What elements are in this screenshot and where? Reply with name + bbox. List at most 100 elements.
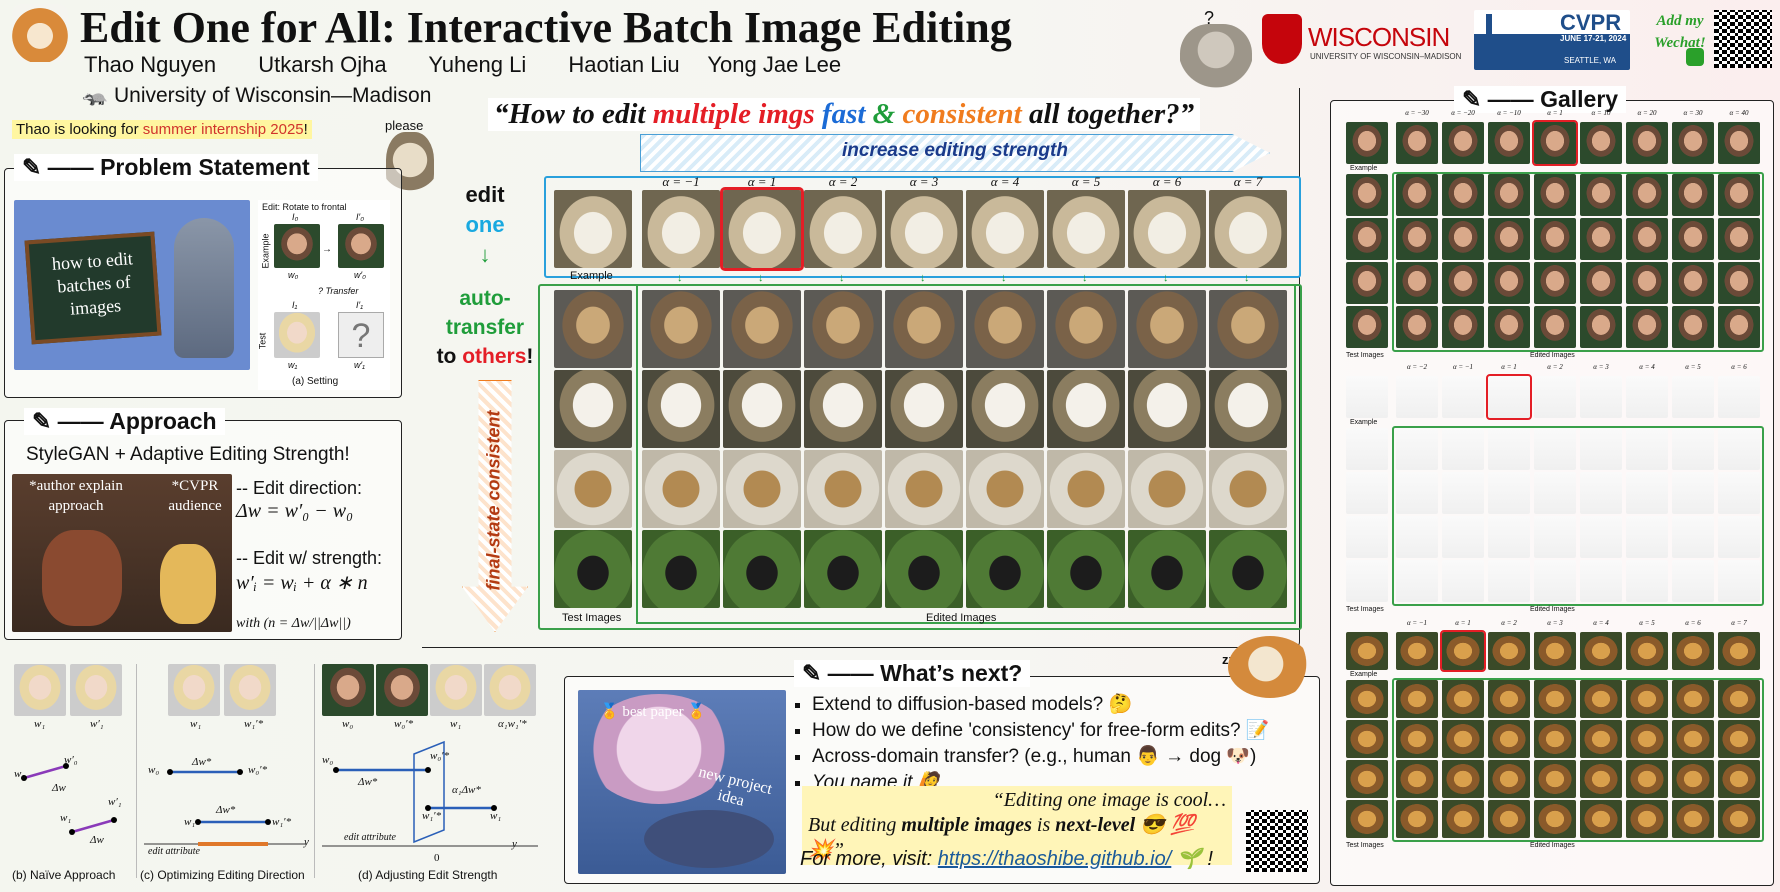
test-photo (1346, 262, 1388, 304)
edited-photo (804, 370, 882, 448)
edited-images-label: Edited Images (926, 612, 997, 624)
strength-arrow-label: increase editing strength (842, 140, 1068, 161)
arrow-down-icon: ↓ (677, 272, 683, 284)
alpha-label: α = 6 (1152, 174, 1182, 189)
test-photo (554, 290, 632, 368)
naive-caption: (b) Naïve Approach (12, 868, 116, 882)
test-photo (274, 312, 320, 358)
test-photo (1346, 306, 1388, 348)
edited-photo (1672, 306, 1714, 348)
cat-sitting-icon (1180, 24, 1252, 98)
author[interactable]: Thao Nguyen (84, 52, 216, 77)
internship-highlight: summer internship 2025 (142, 121, 304, 138)
author[interactable]: Utkarsh Ojha (258, 52, 386, 77)
edited-example-photo (1718, 376, 1760, 418)
edited-photo (1718, 218, 1760, 260)
edited-photo (1672, 428, 1714, 470)
edit-label: Edit: Rotate to frontal (262, 202, 347, 212)
edited-photo (1580, 262, 1622, 304)
edited-photo (1626, 720, 1668, 758)
face-photo (430, 664, 482, 716)
optimizing-direction-figure: w₁ w₁′* w₀ w₀′* Δw* Δw* w₁ w₁′* edit att… (140, 664, 310, 884)
arrow-down-icon: ↓ (839, 272, 845, 284)
edited-photo (885, 530, 963, 608)
alpha-label: α = 1 (1501, 363, 1517, 371)
alpha-label: α = −10 (1497, 109, 1521, 117)
author[interactable]: Yuheng Li (428, 52, 526, 77)
example-photo (1346, 376, 1388, 418)
author[interactable]: Yong Jae Lee (707, 52, 841, 77)
edited-photo (1209, 290, 1287, 368)
edited-photo (1718, 472, 1760, 514)
edited-images-label: Edited Images (1530, 606, 1575, 613)
i1p-label: I′₁ (356, 300, 364, 310)
edited-example-photo (1626, 632, 1668, 670)
author-list: Thao Nguyen Utkarsh Ojha Yuheng Li Haoti… (84, 52, 841, 78)
edited-photo (1626, 760, 1668, 798)
edited-photo (1442, 800, 1484, 838)
edited-example-photo (1626, 376, 1668, 418)
edited-photo (1534, 472, 1576, 514)
wechat-qr-code[interactable] (1714, 10, 1772, 68)
edited-photo (1626, 262, 1668, 304)
alpha-label: α = 7 (1731, 619, 1747, 627)
edited-photo (1442, 720, 1484, 758)
test-photo (1346, 760, 1388, 798)
edited-photo (642, 290, 720, 368)
auto-transfer-label: auto- transfer to others! (436, 287, 534, 368)
website-qr-code[interactable] (1246, 810, 1308, 872)
edited-photo (1396, 720, 1438, 758)
edited-photo (1488, 560, 1530, 602)
delta-star-label: Δw* (216, 804, 236, 816)
w1-label: w₁ (288, 360, 298, 370)
wechat-label: Add my Wechat! (1654, 13, 1706, 51)
edited-example-photo (804, 190, 882, 268)
i0-label: I₀ (292, 212, 299, 222)
edited-photo (804, 530, 882, 608)
edited-example-photo (1488, 122, 1530, 164)
edited-photo (1626, 516, 1668, 558)
arrow-down-icon: ↓ (1244, 272, 1250, 284)
edited-photo (966, 290, 1044, 368)
edited-photo (1672, 472, 1714, 514)
edit-direction-equation: Δw = w′₀ − w₀ (236, 500, 354, 522)
edited-example-photo (1488, 632, 1530, 670)
edited-photo (1488, 218, 1530, 260)
wisconsin-wordmark: WISCONSIN (1308, 22, 1450, 52)
edited-example-photo (885, 190, 963, 268)
alpha-label: α = 4 (1639, 363, 1655, 371)
wisconsin-crest-icon (1262, 14, 1302, 64)
edited-example-photo (642, 190, 720, 268)
edited-photo (1672, 262, 1714, 304)
face-photo (376, 664, 428, 716)
alpha-label: α = 30 (1683, 109, 1703, 117)
edited-photo (1396, 428, 1438, 470)
w0p-label: w′₀ (354, 270, 366, 280)
edited-example-photo (1047, 190, 1125, 268)
test-images-label: Test Images (562, 612, 622, 624)
edited-photo (1396, 760, 1438, 798)
alpha-label: α = −2 (1406, 363, 1428, 371)
project-link[interactable]: https://thaoshibe.github.io/ (938, 848, 1172, 870)
optimizing-vector-diagram (144, 769, 306, 846)
optimizing-caption: (c) Optimizing Editing Direction (140, 868, 305, 882)
list-item: Across-domain transfer? (e.g., human 👨 →… (812, 744, 1270, 768)
edited-photo (1442, 218, 1484, 260)
edited-photo (1672, 720, 1714, 758)
edited-photo (804, 450, 882, 528)
edited-example-photo (1534, 376, 1576, 418)
edited-photo (1580, 218, 1622, 260)
author[interactable]: Haotian Liu (568, 52, 679, 77)
arrow-down-icon: ↓ (1082, 272, 1088, 284)
alpha-label: α = 2 (828, 174, 858, 189)
alpha-label: α = −1 (1452, 363, 1474, 371)
w0s-label: w₀′* (430, 750, 450, 762)
list-item: Extend to diffusion-based models? 🤔 (812, 692, 1270, 716)
edited-photo (1626, 472, 1668, 514)
test-photo (1346, 800, 1388, 838)
wisconsin-logo[interactable]: WISCONSIN UNIVERSITY OF WISCONSIN–MADISO… (1262, 12, 1462, 68)
cvpr-logo[interactable]: CVPR JUNE 17-21, 2024 SEATTLE, WA (1474, 10, 1630, 70)
edited-photo (1534, 174, 1576, 216)
edited-photo (1534, 720, 1576, 758)
edited-photo (723, 450, 801, 528)
